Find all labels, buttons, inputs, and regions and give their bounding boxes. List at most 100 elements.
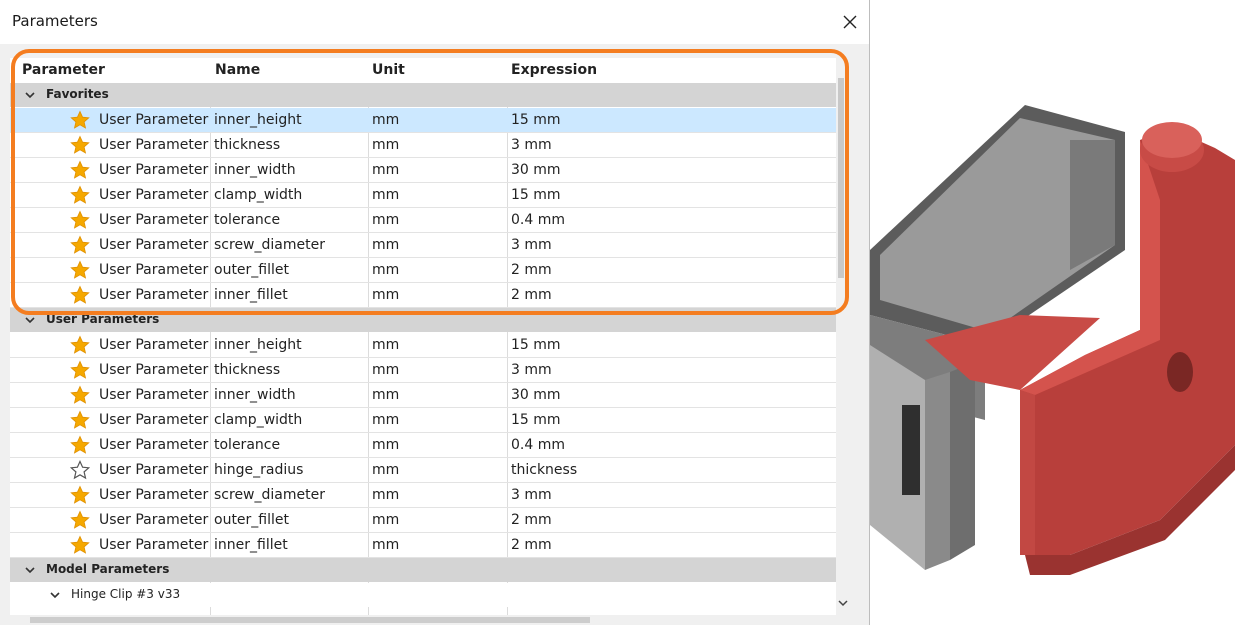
star-icon[interactable]	[70, 535, 90, 555]
parameter-expression[interactable]: 3 mm	[511, 237, 552, 253]
parameter-expression[interactable]: 2 mm	[511, 287, 552, 303]
parameter-type: User Parameter	[99, 112, 209, 128]
parameter-name: clamp_width	[214, 412, 303, 428]
group-model-parameters[interactable]: Model Parameters	[10, 558, 836, 582]
parameter-expression[interactable]: 2 mm	[511, 537, 552, 553]
chevron-down-icon[interactable]	[49, 589, 61, 601]
parameter-expression[interactable]: 15 mm	[511, 412, 561, 428]
star-icon[interactable]	[70, 235, 90, 255]
parameter-unit: mm	[372, 362, 400, 378]
parameter-unit: mm	[372, 237, 400, 253]
column-header-parameter[interactable]: Parameter	[22, 62, 105, 78]
table-row[interactable]: User Parameter thickness mm 3 mm	[10, 358, 836, 383]
parameter-expression[interactable]: 15 mm	[511, 337, 561, 353]
group-favorites[interactable]: Favorites	[10, 83, 836, 107]
parameter-name: screw_diameter	[214, 237, 325, 253]
chevron-down-icon[interactable]	[24, 564, 36, 576]
parameter-expression[interactable]: 2 mm	[511, 262, 552, 278]
column-header-unit[interactable]: Unit	[372, 62, 405, 78]
parameter-expression[interactable]: 0.4 mm	[511, 437, 565, 453]
parameters-table: Parameter Name Unit Expression Favorites…	[10, 58, 836, 625]
group-label: User Parameters	[46, 312, 160, 326]
chevron-down-icon[interactable]	[24, 89, 36, 101]
parameter-unit: mm	[372, 112, 400, 128]
star-icon[interactable]	[70, 410, 90, 430]
parameter-name: inner_height	[214, 112, 302, 128]
star-icon[interactable]	[70, 385, 90, 405]
parameter-name: outer_fillet	[214, 512, 289, 528]
table-row[interactable]: User Parameter clamp_width mm 15 mm	[10, 183, 836, 208]
vertical-scroll-thumb[interactable]	[838, 78, 844, 278]
table-row[interactable]: User Parameter tolerance mm 0.4 mm	[10, 208, 836, 233]
group-label: Favorites	[46, 87, 109, 101]
table-row[interactable]: User Parameter inner_height mm 15 mm	[10, 333, 836, 358]
parameter-type: User Parameter	[99, 387, 209, 403]
parameter-name: inner_height	[214, 337, 302, 353]
close-icon[interactable]	[836, 8, 864, 36]
parameter-name: tolerance	[214, 212, 281, 228]
parameter-name: inner_width	[214, 162, 296, 178]
parameter-unit: mm	[372, 437, 400, 453]
star-icon[interactable]	[70, 335, 90, 355]
star-icon[interactable]	[70, 260, 90, 280]
table-header: Parameter Name Unit Expression	[10, 58, 836, 84]
table-row[interactable]: User Parameter hinge_radius mm thickness	[10, 458, 836, 483]
table-row[interactable]: User Parameter inner_fillet mm 2 mm	[10, 283, 836, 308]
star-icon[interactable]	[70, 485, 90, 505]
parameter-expression[interactable]: 0.4 mm	[511, 212, 565, 228]
table-row[interactable]: User Parameter screw_diameter mm 3 mm	[10, 483, 836, 508]
parameter-expression[interactable]: 3 mm	[511, 362, 552, 378]
horizontal-scroll-thumb[interactable]	[30, 617, 590, 623]
component-row[interactable]: Hinge Clip #3 v33	[10, 583, 836, 607]
table-row[interactable]: User Parameter inner_fillet mm 2 mm	[10, 533, 836, 558]
star-icon[interactable]	[70, 435, 90, 455]
parameter-type: User Parameter	[99, 537, 209, 553]
table-row[interactable]: User Parameter inner_width mm 30 mm	[10, 158, 836, 183]
parameter-name: screw_diameter	[214, 487, 325, 503]
parameter-name: hinge_radius	[214, 462, 304, 478]
parameter-unit: mm	[372, 462, 400, 478]
parameter-expression[interactable]: 3 mm	[511, 137, 552, 153]
chevron-down-icon[interactable]	[24, 314, 36, 326]
table-row[interactable]: User Parameter thickness mm 3 mm	[10, 133, 836, 158]
star-icon[interactable]	[70, 110, 90, 130]
star-icon[interactable]	[70, 360, 90, 380]
parameter-expression[interactable]: 30 mm	[511, 162, 561, 178]
parameter-unit: mm	[372, 387, 400, 403]
parameter-unit: mm	[372, 187, 400, 203]
star-icon[interactable]	[70, 510, 90, 530]
table-row[interactable]: User Parameter outer_fillet mm 2 mm	[10, 508, 836, 533]
parameter-expression[interactable]: 15 mm	[511, 112, 561, 128]
star-icon[interactable]	[70, 185, 90, 205]
star-icon[interactable]	[70, 160, 90, 180]
group-user-parameters[interactable]: User Parameters	[10, 308, 836, 332]
star-icon[interactable]	[70, 285, 90, 305]
component-label: Hinge Clip #3 v33	[71, 587, 181, 601]
parameter-name: clamp_width	[214, 187, 303, 203]
parameter-name: inner_fillet	[214, 537, 288, 553]
window-title: Parameters	[12, 12, 98, 30]
parameter-type: User Parameter	[99, 337, 209, 353]
table-row[interactable]: User Parameter inner_height mm 15 mm	[10, 108, 836, 133]
parameter-expression[interactable]: 2 mm	[511, 512, 552, 528]
parameter-unit: mm	[372, 137, 400, 153]
parameter-type: User Parameter	[99, 287, 209, 303]
parameter-expression[interactable]: 30 mm	[511, 387, 561, 403]
parameter-type: User Parameter	[99, 187, 209, 203]
table-row[interactable]: User Parameter clamp_width mm 15 mm	[10, 408, 836, 433]
parameter-expression[interactable]: thickness	[511, 462, 577, 478]
parameter-expression[interactable]: 15 mm	[511, 187, 561, 203]
star-icon[interactable]	[70, 135, 90, 155]
table-row[interactable]: User Parameter inner_width mm 30 mm	[10, 383, 836, 408]
parameter-expression[interactable]: 3 mm	[511, 487, 552, 503]
table-row[interactable]: User Parameter tolerance mm 0.4 mm	[10, 433, 836, 458]
table-row[interactable]: User Parameter screw_diameter mm 3 mm	[10, 233, 836, 258]
parameter-type: User Parameter	[99, 412, 209, 428]
star-outline-icon[interactable]	[69, 460, 91, 480]
column-header-name[interactable]: Name	[215, 62, 260, 78]
parameter-unit: mm	[372, 262, 400, 278]
star-icon[interactable]	[70, 210, 90, 230]
parameter-unit: mm	[372, 162, 400, 178]
table-row[interactable]: User Parameter outer_fillet mm 2 mm	[10, 258, 836, 283]
column-header-expression[interactable]: Expression	[511, 62, 597, 78]
